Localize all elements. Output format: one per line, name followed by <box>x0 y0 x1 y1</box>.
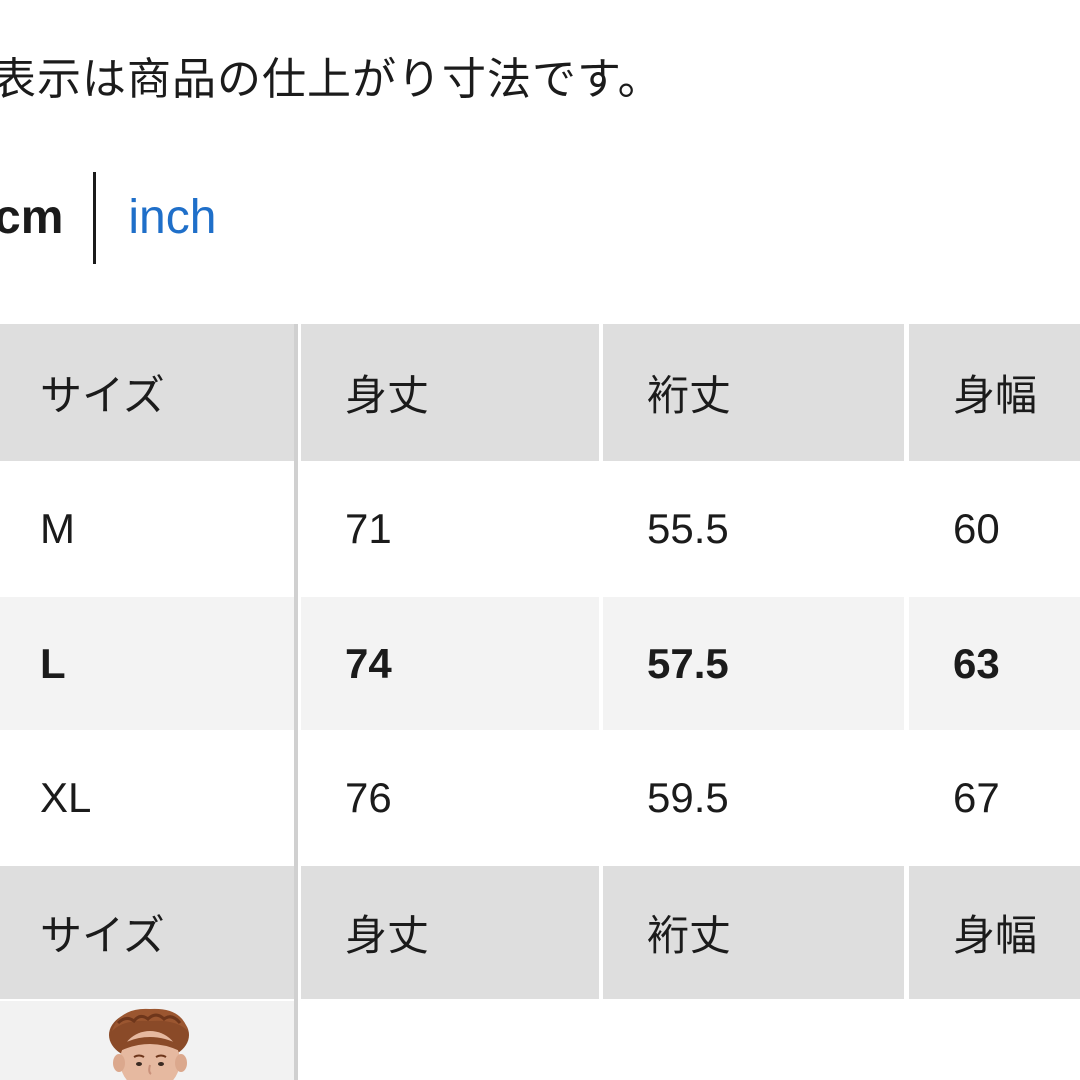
table-cell-body-length: 76 <box>301 731 599 864</box>
header-sleeve-length: 裄丈 <box>603 324 904 461</box>
table-cell-body-length-selected: 74 <box>301 597 599 730</box>
header-size: サイズ <box>0 324 294 461</box>
image-row-cell <box>603 1001 904 1080</box>
table-cell-size: M <box>0 462 294 596</box>
image-row-cell <box>909 1001 1080 1080</box>
table-cell-sleeve-length: 59.5 <box>603 731 904 864</box>
header-body-width: 身幅 <box>909 324 1080 461</box>
table-cell-sleeve-length: 55.5 <box>603 462 904 596</box>
footer-header-size: サイズ <box>0 866 294 999</box>
model-photo <box>0 1001 294 1080</box>
image-row-cell <box>301 1001 599 1080</box>
column-divider <box>294 324 298 1080</box>
footer-header-sleeve-length: 裄丈 <box>603 866 904 999</box>
table-cell-sleeve-length-selected: 57.5 <box>603 597 904 730</box>
header-body-length: 身丈 <box>301 324 599 461</box>
table-cell-body-width-selected: 63 <box>909 597 1080 730</box>
footer-header-body-width: 身幅 <box>909 866 1080 999</box>
footer-header-body-length: 身丈 <box>301 866 599 999</box>
table-cell-size: XL <box>0 731 294 864</box>
table-cell-body-length: 71 <box>301 462 599 596</box>
table-cell-size-selected: L <box>0 597 294 730</box>
table-cell-body-width: 67 <box>909 731 1080 864</box>
model-head-image <box>109 1008 189 1080</box>
size-table: サイズ 身丈 裄丈 身幅 M 71 55.5 60 L 74 57.5 63 X… <box>0 0 1080 1080</box>
table-cell-body-width: 60 <box>909 462 1080 596</box>
